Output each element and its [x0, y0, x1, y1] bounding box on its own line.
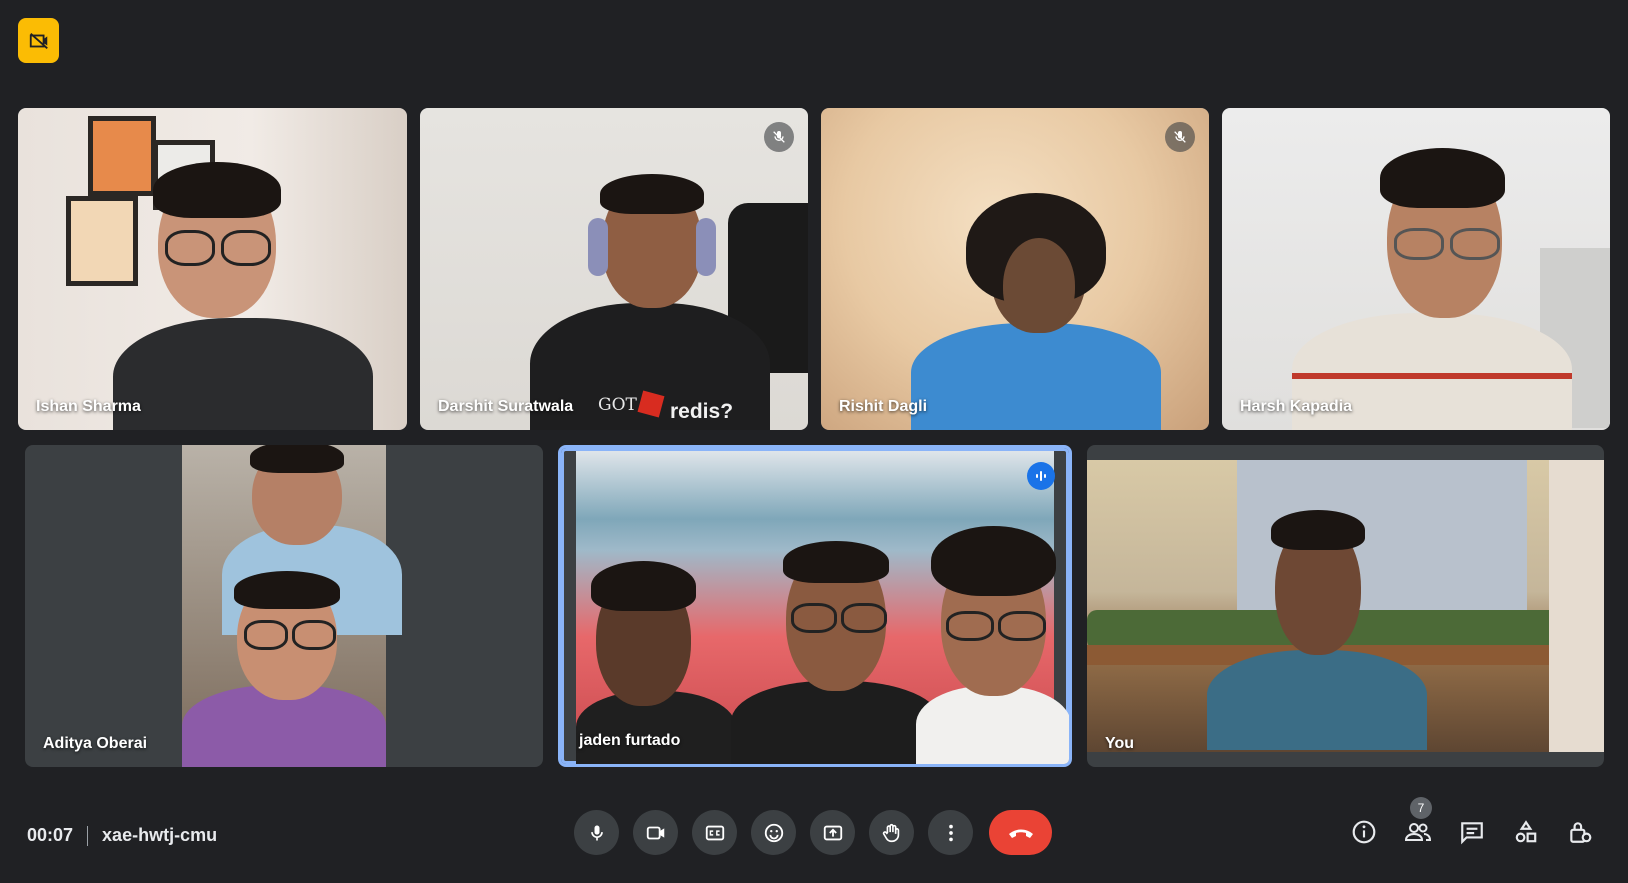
camera-icon — [645, 822, 667, 844]
reactions-button[interactable] — [751, 810, 796, 855]
participant-tile[interactable]: Ishan Sharma — [18, 108, 407, 430]
captions-icon — [704, 822, 726, 844]
host-controls-icon — [1567, 819, 1593, 845]
participant-tile[interactable]: Aditya Oberai — [25, 445, 543, 767]
people-button[interactable]: 7 — [1400, 797, 1436, 852]
recording-badge[interactable] — [18, 18, 59, 63]
host-controls-button[interactable] — [1562, 812, 1598, 852]
present-screen-icon — [822, 822, 844, 844]
end-call-icon — [1007, 825, 1035, 841]
recording-badge-icon — [28, 30, 50, 52]
participant-tile[interactable]: Harsh Kapadia — [1222, 108, 1610, 430]
participant-tile[interactable]: Rishit Dagli — [821, 108, 1209, 430]
chat-icon — [1459, 819, 1485, 845]
emoji-icon — [763, 822, 785, 844]
participant-video — [576, 451, 1069, 764]
participant-video — [18, 108, 407, 430]
participant-video — [182, 445, 402, 767]
meeting-time: 00:07 — [27, 825, 74, 845]
shirt-redis-text: redis? — [670, 400, 734, 423]
present-button[interactable] — [810, 810, 855, 855]
info-icon — [1351, 819, 1377, 845]
participant-tile-active-speaker[interactable]: jaden furtado — [558, 445, 1072, 767]
mic-off-icon — [1172, 129, 1188, 145]
participant-video: GOT redis? — [420, 108, 808, 430]
camera-button[interactable] — [633, 810, 678, 855]
captions-button[interactable] — [692, 810, 737, 855]
more-options-button[interactable] — [928, 810, 973, 855]
chat-button[interactable] — [1454, 812, 1490, 852]
participant-name: Harsh Kapadia — [1240, 398, 1353, 415]
audio-level-icon — [1034, 469, 1048, 483]
muted-indicator — [1165, 122, 1195, 152]
mic-off-icon — [771, 129, 787, 145]
speaking-indicator — [1027, 462, 1055, 490]
mic-icon — [587, 823, 607, 843]
participant-video — [1087, 460, 1604, 752]
participant-name: Ishan Sharma — [36, 398, 141, 415]
participant-name: Aditya Oberai — [43, 735, 148, 752]
participant-video — [1222, 108, 1610, 430]
participant-tile[interactable]: GOT redis? Darshit Suratwala — [420, 108, 808, 430]
participant-name: jaden furtado — [579, 732, 681, 749]
participant-name: You — [1105, 735, 1135, 752]
muted-indicator — [764, 122, 794, 152]
participant-count-badge: 7 — [1410, 797, 1432, 819]
shirt-got-text: GOT — [598, 395, 637, 415]
raise-hand-icon — [881, 822, 903, 844]
activities-icon — [1513, 819, 1539, 845]
participant-video — [821, 108, 1209, 430]
participant-name: Rishit Dagli — [839, 398, 928, 415]
mic-button[interactable] — [574, 810, 619, 855]
side-controls: 7 — [1346, 797, 1598, 852]
divider — [87, 825, 89, 846]
call-controls — [574, 810, 1052, 855]
people-icon — [1404, 819, 1432, 845]
raise-hand-button[interactable] — [869, 810, 914, 855]
meeting-info-button[interactable] — [1346, 812, 1382, 852]
end-call-button[interactable] — [989, 810, 1052, 855]
participant-tile-self[interactable]: You — [1087, 445, 1604, 767]
more-options-icon — [940, 822, 962, 844]
activities-button[interactable] — [1508, 812, 1544, 852]
participant-name: Darshit Suratwala — [438, 398, 574, 415]
meeting-details: 00:07 xae-hwtj-cmu — [27, 825, 217, 846]
meeting-code: xae-hwtj-cmu — [102, 825, 218, 845]
